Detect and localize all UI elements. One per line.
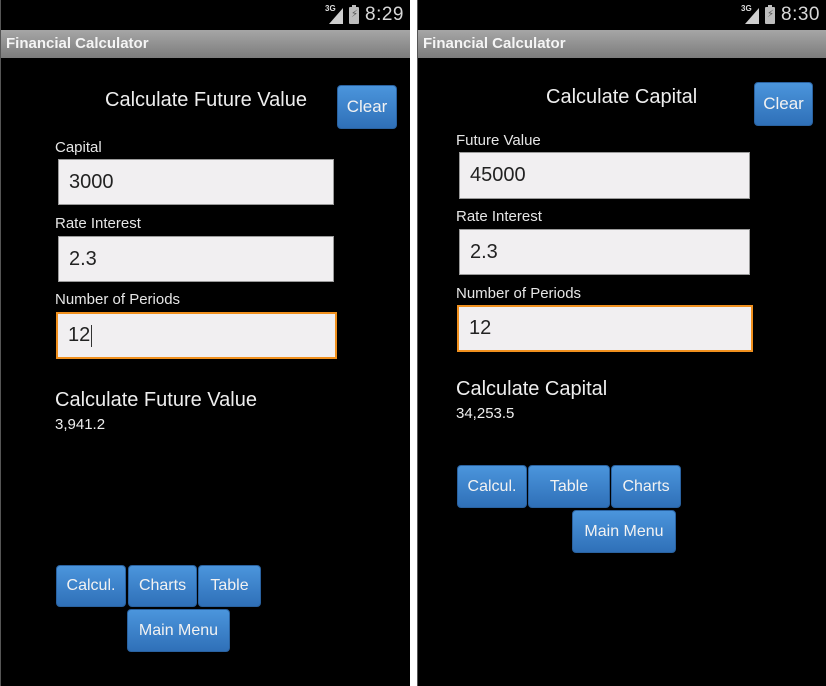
result-title: Calculate Future Value: [55, 389, 257, 411]
future-value-label: Future Value: [456, 132, 541, 149]
future-value-input[interactable]: 45000: [459, 152, 750, 199]
result-title: Calculate Capital: [456, 378, 608, 400]
signal-3g-icon: 3G: [741, 4, 760, 24]
periods-value: 12: [68, 324, 91, 346]
main-menu-button[interactable]: Main Menu: [572, 510, 676, 553]
periods-input[interactable]: 12: [56, 312, 337, 359]
periods-input[interactable]: 12: [457, 305, 753, 352]
rate-interest-label: Rate Interest: [55, 215, 141, 232]
status-bar: 3G ⚡ 8:29: [1, 0, 410, 30]
page-heading: Calculate Capital: [546, 86, 698, 108]
charts-button[interactable]: Charts: [611, 465, 681, 508]
result-value: 3,941.2: [55, 416, 106, 433]
battery-charging-icon: ⚡: [349, 4, 360, 24]
rate-interest-input[interactable]: 2.3: [58, 236, 334, 282]
text-caret: [91, 324, 93, 347]
signal-3g-icon: 3G: [325, 4, 344, 24]
result-value: 34,253.5: [456, 405, 515, 422]
status-time: 8:29: [365, 4, 404, 25]
table-button[interactable]: Table: [198, 565, 261, 607]
table-button[interactable]: Table: [528, 465, 610, 508]
charts-button[interactable]: Charts: [128, 565, 197, 607]
capital-label: Capital: [55, 139, 102, 156]
status-time: 8:30: [781, 4, 820, 25]
app-title-bar: Financial Calculator: [1, 30, 410, 58]
periods-label: Number of Periods: [55, 291, 181, 308]
phone-screen-capital: 3G ⚡ 8:30 Financial Calculator Calculate…: [417, 0, 826, 686]
status-bar: 3G ⚡ 8:30: [418, 0, 826, 30]
rate-interest-label: Rate Interest: [456, 208, 542, 225]
phone-screen-future-value: 3G ⚡ 8:29 Financial Calculator Calculate…: [0, 0, 410, 686]
battery-charging-icon: ⚡: [765, 4, 776, 24]
main-menu-button[interactable]: Main Menu: [127, 609, 230, 652]
app-title: Financial Calculator: [6, 35, 149, 52]
clear-button[interactable]: Clear: [754, 82, 813, 126]
app-title: Financial Calculator: [423, 35, 566, 52]
capital-input[interactable]: 3000: [58, 159, 334, 205]
page-heading: Calculate Future Value: [105, 89, 307, 111]
periods-label: Number of Periods: [456, 285, 582, 302]
rate-interest-input[interactable]: 2.3: [459, 229, 750, 275]
calcul-button[interactable]: Calcul.: [56, 565, 126, 607]
app-title-bar: Financial Calculator: [418, 30, 826, 58]
clear-button[interactable]: Clear: [337, 85, 397, 129]
calcul-button[interactable]: Calcul.: [457, 465, 527, 508]
